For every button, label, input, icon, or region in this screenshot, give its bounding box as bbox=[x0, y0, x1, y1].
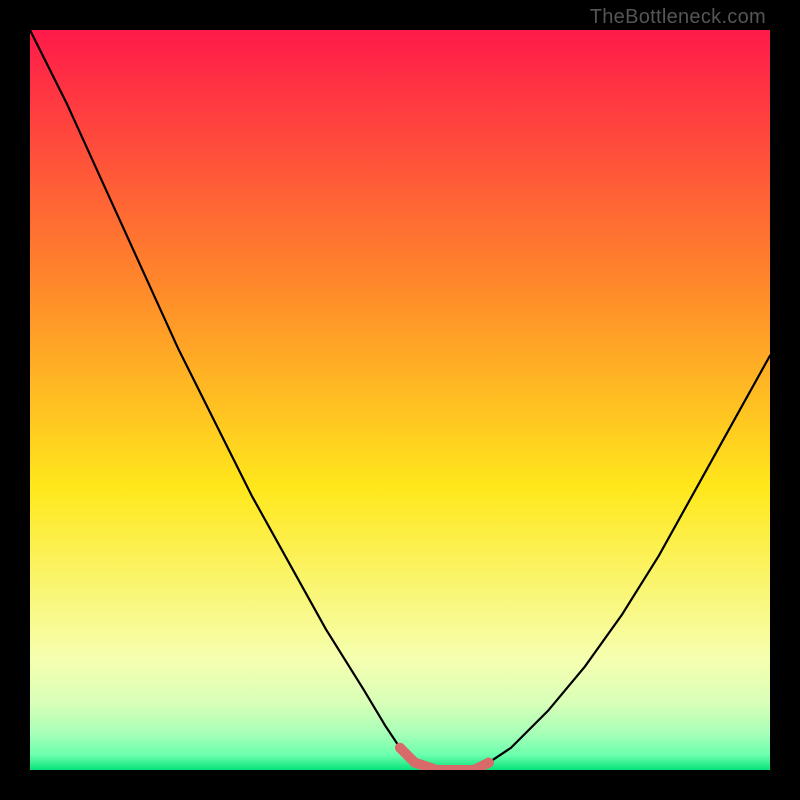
bottleneck-chart: TheBottleneck.com bbox=[0, 0, 800, 800]
gradient-background bbox=[30, 30, 770, 770]
watermark-text: TheBottleneck.com bbox=[590, 6, 766, 29]
plot-area bbox=[30, 30, 770, 770]
